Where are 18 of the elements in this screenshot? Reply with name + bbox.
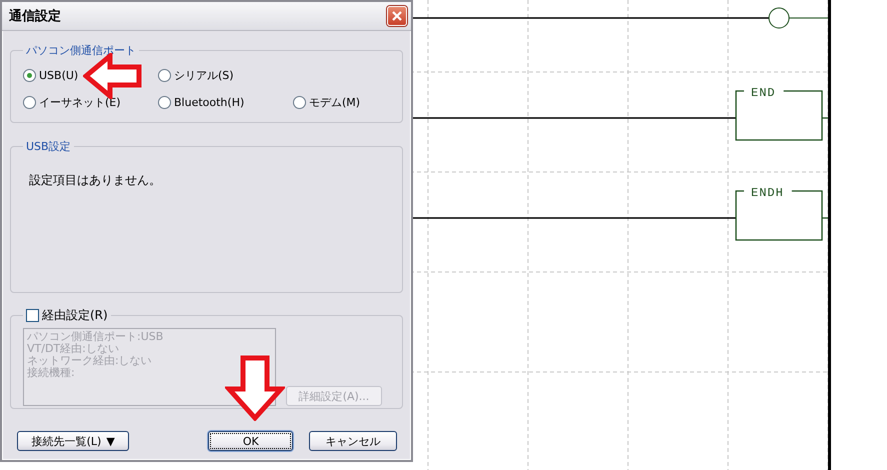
dialog-button[interactable]: OK: [208, 431, 294, 451]
dropdown-button[interactable]: 接続先一覧(L) ▼: [17, 431, 130, 451]
settings-message: 設定項目はありません。: [29, 172, 162, 189]
radio-option[interactable]: シリアル(S): [158, 68, 293, 83]
coil-symbol: [768, 8, 828, 28]
instruction-label: ENDH: [751, 186, 784, 200]
pointer-arrow: [225, 355, 285, 421]
close-button[interactable]: [387, 6, 407, 26]
dialog-button[interactable]: キャンセル: [309, 431, 397, 451]
instruction-label: END: [751, 86, 776, 100]
window-title: 通信設定: [9, 8, 61, 25]
radio-option[interactable]: Bluetooth(H): [158, 95, 293, 110]
routing-summary-list: パソコン側通信ポート:USB VT/DT経由:しない ネットワーク経由:しない 接続機種:: [23, 328, 276, 406]
routing-checkbox[interactable]: 経由設定(R): [26, 307, 108, 324]
close-icon: [391, 10, 403, 22]
group-title: USB設定: [25, 139, 72, 154]
radio-option[interactable]: モデム(M): [293, 95, 388, 110]
group-title: パソコン側通信ポート: [25, 43, 137, 58]
